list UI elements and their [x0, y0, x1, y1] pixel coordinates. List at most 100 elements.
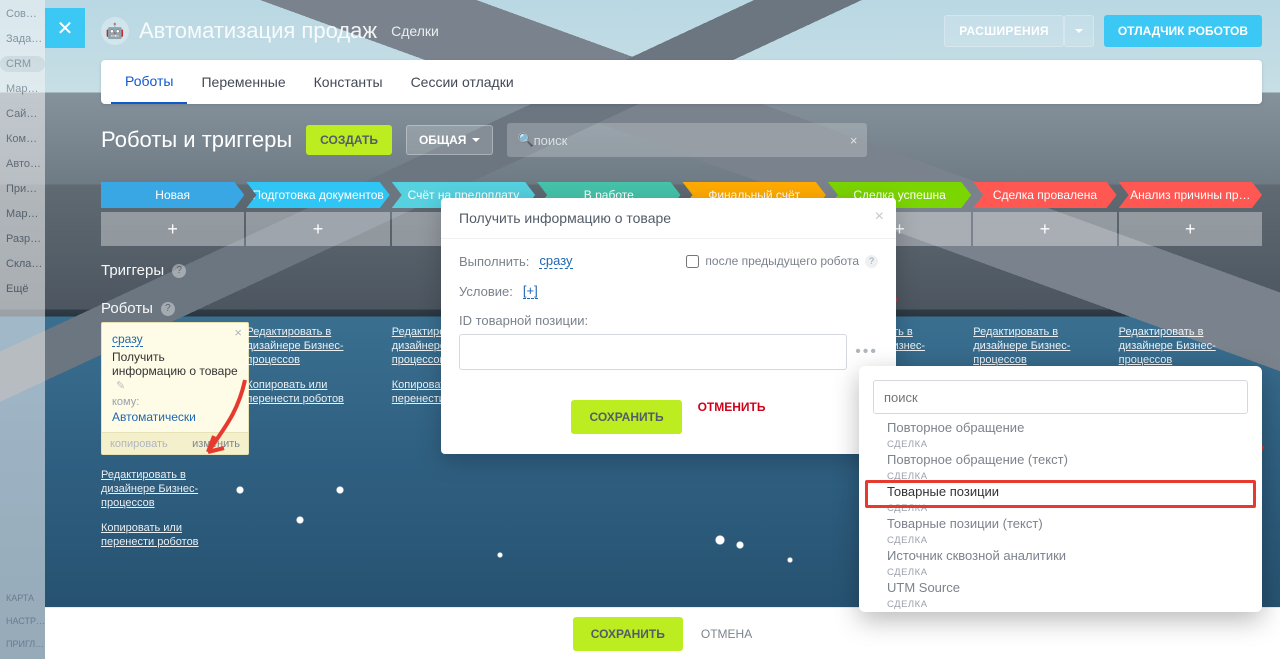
robot-card-auto[interactable]: Автоматически — [112, 410, 238, 424]
leftbar-item[interactable]: Ком… — [0, 131, 45, 147]
help-icon[interactable]: ? — [865, 255, 878, 268]
tab-variables[interactable]: Переменные — [187, 60, 299, 104]
product-id-input[interactable] — [459, 334, 847, 370]
clear-search-icon[interactable]: × — [850, 133, 858, 148]
tab-debug-sessions[interactable]: Сессии отладки — [397, 60, 528, 104]
leftbar-item-crm[interactable]: CRM — [0, 56, 45, 72]
stage-0[interactable]: Новая — [101, 182, 244, 208]
dropdown-group-label: СДЕЛКА — [863, 501, 1256, 514]
dropdown-item[interactable]: Источник сквозной аналитики — [863, 546, 1256, 565]
dropdown-item[interactable]: Товарные позиции (текст) — [863, 514, 1256, 533]
dropdown-item[interactable]: Повторное обращение (текст) — [863, 450, 1256, 469]
robot-card-edit[interactable]: изменить — [192, 438, 240, 450]
pencil-icon[interactable]: ✎ — [116, 380, 125, 392]
modal-cancel-button[interactable]: Отменить — [698, 400, 766, 434]
robot-card-close-icon[interactable]: × — [234, 325, 242, 340]
leftbar-item[interactable]: Зада… — [0, 31, 45, 47]
robot-settings-modal: Получить информацию о товаре × Выполнить… — [441, 198, 896, 454]
footer-cancel-button[interactable]: ОТМЕНА — [701, 627, 752, 641]
dropdown-search-input[interactable] — [884, 390, 1237, 405]
pipeline-select[interactable]: ОБЩАЯ — [406, 125, 493, 155]
edit-bp-link[interactable]: Редактировать в дизайнере Бизнес-процесс… — [101, 469, 234, 510]
leftbar-item[interactable]: Разр… — [0, 231, 45, 247]
leftbar-footer[interactable]: НАСТР… — [0, 614, 45, 628]
close-icon: ✕ — [57, 16, 74, 41]
leftbar-item[interactable]: Авто… — [0, 156, 45, 172]
leftbar-item[interactable]: Сов… — [0, 6, 45, 22]
robot-card-when[interactable]: сразу — [112, 332, 143, 347]
modal-title: Получить информацию о товаре — [459, 210, 671, 226]
leftbar-item[interactable]: Мар… — [0, 206, 45, 222]
tab-constants[interactable]: Константы — [300, 60, 397, 104]
robot-debugger-button[interactable]: ОТЛАДЧИК РОБОТОВ — [1104, 15, 1262, 47]
extensions-button[interactable]: РАСШИРЕНИЯ — [944, 15, 1094, 47]
stage-1[interactable]: Подготовка документов — [246, 182, 389, 208]
copy-robots-link[interactable]: Копировать или перенести роботов — [101, 522, 234, 550]
dropdown-group-label: СДЕЛКА — [863, 469, 1256, 482]
modal-header: Получить информацию о товаре × — [441, 198, 896, 239]
condition-add-link[interactable]: [+] — [523, 283, 538, 299]
left-sidebar: Сов… Зада… CRM Мар… Сай… Ком… Авто… При…… — [0, 0, 45, 659]
after-prev-checkbox[interactable]: после предыдущего робота ? — [686, 254, 878, 268]
dropdown-group-label: СДЕЛКА — [863, 597, 1256, 610]
after-prev-checkbox-input[interactable] — [686, 255, 699, 268]
add-trigger-button[interactable]: + — [973, 212, 1116, 246]
add-trigger-button[interactable]: + — [1119, 212, 1262, 246]
field-source-button[interactable]: ••• — [855, 343, 878, 361]
robot-card[interactable]: ×сразуПолучить информацию о товаре ✎кому… — [101, 322, 249, 455]
help-icon[interactable]: ? — [161, 302, 175, 316]
footer-save-button[interactable]: СОХРАНИТЬ — [573, 617, 683, 651]
leftbar-footer[interactable]: ПРИГЛ… — [0, 637, 45, 651]
condition-label: Условие: — [459, 284, 513, 299]
dropdown-item[interactable]: UTM Medium — [863, 610, 1256, 612]
close-slider-button[interactable]: ✕ — [45, 8, 85, 48]
section-title: Роботы и триггеры — [101, 127, 292, 153]
add-trigger-button[interactable]: + — [246, 212, 389, 246]
edit-bp-link[interactable]: Редактировать в дизайнере Бизнес-процесс… — [1119, 326, 1252, 367]
dropdown-group-label: СДЕЛКА — [863, 565, 1256, 578]
chevron-down-icon[interactable] — [1064, 15, 1094, 47]
stage-7[interactable]: Анализ причины пр… — [1119, 182, 1262, 208]
leftbar-item[interactable]: Сай… — [0, 106, 45, 122]
dropdown-item[interactable]: UTM Source — [863, 578, 1256, 597]
dropdown-search[interactable] — [873, 380, 1248, 414]
product-id-label: ID товарной позиции: — [459, 313, 588, 328]
stage-6[interactable]: Сделка провалена — [973, 182, 1116, 208]
field-source-dropdown: Повторное обращениеСДЕЛКАПовторное обращ… — [859, 366, 1262, 612]
add-trigger-button[interactable]: + — [101, 212, 244, 246]
dropdown-list[interactable]: Повторное обращениеСДЕЛКАПовторное обращ… — [859, 422, 1258, 612]
search-input[interactable] — [534, 133, 850, 148]
dropdown-item[interactable]: Товарные позиции — [863, 482, 1256, 501]
copy-robots-link[interactable]: Копировать или перенести роботов — [246, 379, 379, 407]
stage-column-1: Редактировать в дизайнере Бизнес-процесс… — [246, 322, 389, 599]
leftbar-item-more[interactable]: Ещё — [0, 281, 45, 297]
robots-heading: Роботы? — [101, 300, 175, 317]
modal-close-icon[interactable]: × — [875, 208, 884, 226]
triggers-heading: Триггеры? — [101, 262, 186, 279]
edit-bp-link[interactable]: Редактировать в дизайнере Бизнес-процесс… — [246, 326, 379, 367]
leftbar-footer[interactable]: КАРТА — [0, 591, 45, 605]
modal-save-button[interactable]: Сохранить — [571, 400, 681, 434]
robot-card-copy[interactable]: копировать — [110, 438, 168, 450]
extensions-label: РАСШИРЕНИЯ — [944, 15, 1064, 47]
run-label: Выполнить: — [459, 254, 529, 269]
leftbar-item[interactable]: Скла… — [0, 256, 45, 272]
help-icon[interactable]: ? — [172, 264, 186, 278]
tab-robots[interactable]: Роботы — [111, 60, 187, 104]
run-value-link[interactable]: сразу — [539, 253, 572, 269]
leftbar-item[interactable]: При… — [0, 181, 45, 197]
create-button[interactable]: СОЗДАТЬ — [306, 125, 392, 155]
tabs-bar: Роботы Переменные Константы Сессии отлад… — [101, 60, 1262, 104]
dropdown-item[interactable]: Повторное обращение — [863, 422, 1256, 437]
breadcrumb[interactable]: Сделки — [391, 23, 439, 39]
dropdown-group-label: СДЕЛКА — [863, 437, 1256, 450]
search-field[interactable]: 🔍 × — [507, 123, 867, 157]
robot-app-icon: 🤖 — [101, 17, 129, 45]
leftbar-item[interactable]: Мар… — [0, 81, 45, 97]
page-title: Автоматизация продаж — [139, 18, 377, 44]
footer-bar: СОХРАНИТЬ ОТМЕНА — [45, 607, 1280, 659]
edit-bp-link[interactable]: Редактировать в дизайнере Бизнес-процесс… — [973, 326, 1106, 367]
robot-card-name: Получить информацию о товаре ✎ — [112, 350, 238, 392]
after-prev-label: после предыдущего робота — [705, 254, 859, 268]
chevron-down-icon — [472, 133, 480, 147]
